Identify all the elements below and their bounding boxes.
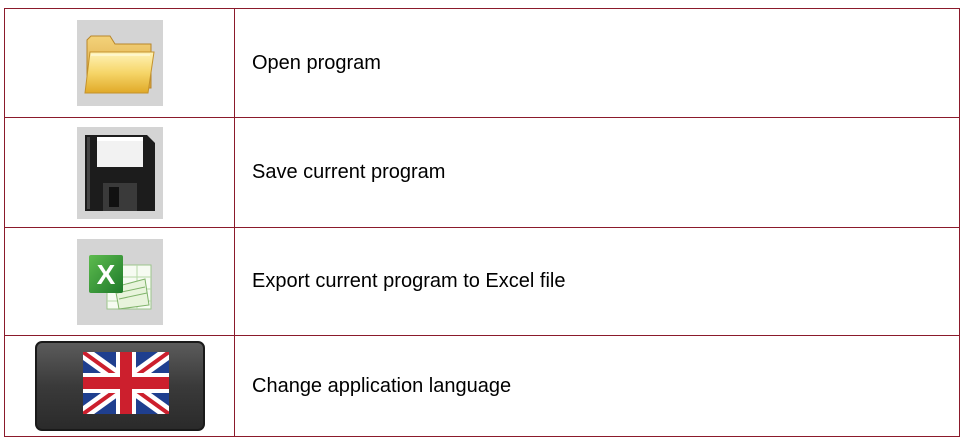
- table-row: Change application language: [4, 335, 960, 437]
- table-row: Save current program: [4, 117, 960, 228]
- table-row: Open program: [4, 8, 960, 118]
- row-label: Change application language: [234, 335, 960, 437]
- floppy-disk-icon[interactable]: [76, 126, 163, 219]
- svg-text:X: X: [96, 259, 115, 290]
- row-label: Save current program: [234, 117, 960, 228]
- row-label: Export current program to Excel file: [234, 227, 960, 336]
- folder-icon[interactable]: [76, 20, 163, 106]
- toolbar-legend-table: Open program Save current program X Expo…: [4, 8, 960, 437]
- page: Open program Save current program X Expo…: [0, 0, 961, 441]
- table-row: X Export current program to Excel file: [4, 227, 960, 336]
- icon-cell: [4, 335, 235, 437]
- row-label: Open program: [234, 8, 960, 118]
- icon-cell: [4, 117, 235, 228]
- uk-flag-icon[interactable]: [34, 340, 206, 432]
- excel-icon[interactable]: X: [76, 238, 163, 325]
- icon-cell: X: [4, 227, 235, 336]
- icon-cell: [4, 8, 235, 118]
